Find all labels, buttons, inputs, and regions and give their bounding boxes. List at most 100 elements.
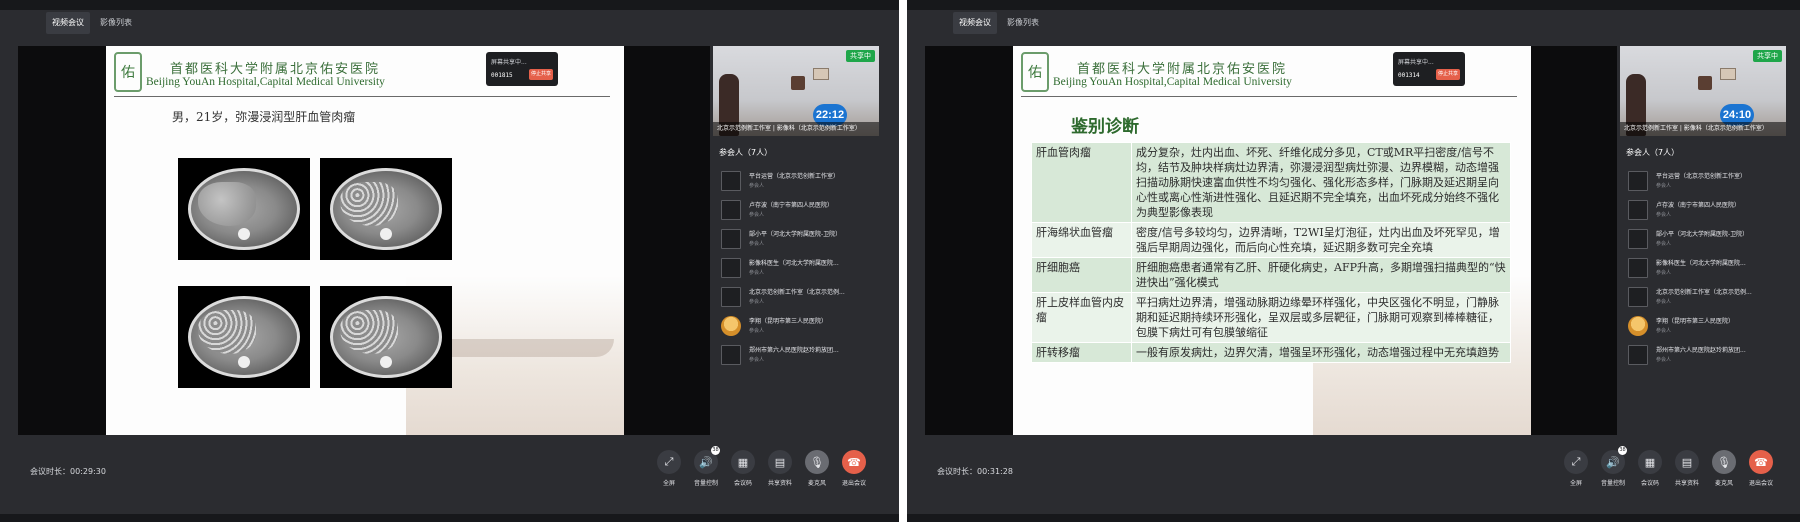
share-docs-button[interactable]: ▤ 共享资料 [766, 450, 794, 487]
slide-divider [1021, 96, 1517, 97]
avatar [1628, 171, 1648, 191]
participant-item[interactable]: 平台运营（北京示范创新工作室） 参会人 [719, 168, 877, 197]
volume-button[interactable]: 🔊 38 音量控制 [692, 446, 720, 487]
leave-meeting-button[interactable]: ☎ 退出会议 [1747, 450, 1775, 487]
tab-video-meeting[interactable]: 视频会议 [953, 12, 997, 34]
avatar [721, 258, 741, 278]
screenshot-stage: 视频会议 影像列表 佑 首都医科大学附属北京佑安医院 Beijing YouAn… [0, 0, 1800, 522]
sharing-badge: 共享中 [1753, 50, 1782, 62]
ct-image [320, 286, 452, 388]
microphone-button[interactable]: 🎙 麦克风 [1710, 450, 1738, 487]
tab-bar: 视频会议 影像列表 [907, 12, 1045, 34]
fullscreen-button[interactable]: ⤢ 全屏 [655, 450, 683, 487]
hospital-name-cn: 首都医科大学附属北京佑安医院 [1077, 62, 1288, 77]
participant-name: 平台运营（北京示范创新工作室） [1656, 173, 1747, 180]
participant-item[interactable]: 李翔（昆明市第三人民医院） 参会人 [1626, 313, 1784, 342]
window-bottom-bar [907, 514, 1800, 522]
participant-item[interactable]: 平台运营（北京示范创新工作室） 参会人 [1626, 168, 1784, 197]
avatar [721, 316, 741, 336]
participant-item[interactable]: 郜小平（河北大学附属医院-卫院） 参会人 [719, 226, 877, 255]
participant-panel: 共享中 22:12 北京示范例新工作室 | 影像科（北京示范例新工作室） 参会人… [713, 46, 879, 435]
participants-title: 参会人（7人） [719, 148, 773, 157]
hangup-icon: ☎ [1749, 450, 1773, 474]
slide-background-roof [434, 339, 614, 357]
participant-name: 李翔（昆明市第三人民医院） [1656, 318, 1735, 325]
hospital-name-en: Beijing YouAn Hospital,Capital Medical U… [146, 76, 385, 88]
leave-meeting-button[interactable]: ☎ 退出会议 [840, 450, 868, 487]
hospital-name-cn: 首都医科大学附属北京佑安医院 [170, 62, 381, 77]
microphone-button[interactable]: 🎙 麦克风 [803, 450, 831, 487]
participant-role: 参会人 [749, 270, 765, 276]
participant-role: 参会人 [1656, 299, 1672, 305]
control-bar: ⤢ 全屏 🔊 38 音量控制 ▦ 会议码 ▤ 共享资料 🎙 麦克风 ☎ 退出会议 [655, 446, 868, 487]
participant-item[interactable]: 郑州市第六人民医院赵玲莉放团... 参会人 [719, 342, 877, 371]
participant-item[interactable]: 北京示范创新工作室（北京示范例... 参会人 [1626, 284, 1784, 313]
volume-badge: 38 [711, 446, 720, 455]
participant-item[interactable]: 卢存波（南宁市第四人民医院） 参会人 [719, 197, 877, 226]
table-cell-name: 肝转移瘤 [1031, 342, 1132, 363]
room-screen [813, 68, 829, 80]
table-row: 肝细胞癌 肝细胞癌患者通常有乙肝、肝硬化病史，AFP升高，多期增强扫描典型的“快进… [1031, 257, 1511, 293]
participant-item[interactable]: 郑州市第六人民医院赵玲莉放团... 参会人 [1626, 342, 1784, 371]
qr-code-icon: ▦ [1638, 450, 1662, 474]
participant-role: 参会人 [749, 212, 765, 218]
participant-list: 平台运营（北京示范创新工作室） 参会人 卢存波（南宁市第四人民医院） 参会人 郜小平… [1626, 168, 1784, 371]
table-cell-name: 肝血管肉瘤 [1031, 142, 1132, 223]
table-row: 肝血管肉瘤 成分复杂，灶内出血、坏死、纤维化成分多见，CT或MR平扫密度/信号不均… [1031, 142, 1511, 223]
control-label: 麦克风 [807, 480, 826, 487]
participant-role: 参会人 [1656, 241, 1672, 247]
tab-video-meeting[interactable]: 视频会议 [46, 12, 90, 34]
window-bottom-bar [0, 514, 899, 522]
window-titlebar [0, 0, 899, 10]
room-screen [1720, 68, 1736, 80]
meeting-duration: 会议时长：00:29:30 [30, 467, 106, 476]
participant-name: 李翔（昆明市第三人民医院） [749, 318, 828, 325]
tab-image-list[interactable]: 影像列表 [94, 12, 138, 34]
hospital-logo: 佑 [1021, 52, 1049, 92]
control-label: 会议码 [733, 480, 752, 487]
shared-screen-area: 佑 首都医科大学附属北京佑安医院 Beijing YouAn Hospital,… [18, 46, 710, 435]
document-icon: ▤ [1675, 450, 1699, 474]
tab-bar: 视频会议 影像列表 [0, 12, 138, 34]
participant-name: 影像科医生（河北大学附属医院... [1656, 260, 1746, 267]
window-titlebar [907, 0, 1800, 10]
participant-item[interactable]: 李翔（昆明市第三人民医院） 参会人 [719, 313, 877, 342]
participant-name: 卢存波（南宁市第四人民医院） [749, 202, 834, 209]
participant-item[interactable]: 郜小平（河北大学附属医院-卫院） 参会人 [1626, 226, 1784, 255]
control-label: 退出会议 [841, 480, 866, 487]
remote-video[interactable]: 共享中 22:12 北京示范例新工作室 | 影像科（北京示范例新工作室） [713, 46, 879, 136]
avatar [721, 345, 741, 365]
avatar [721, 229, 741, 249]
avatar [721, 200, 741, 220]
table-row: 肝转移瘤 一般有原发病灶，边界欠清，增强呈环形强化，动态增强过程中无充填趋势 [1031, 342, 1511, 363]
participant-name: 郜小平（河北大学附属医院-卫院） [1656, 231, 1749, 238]
participant-name: 郑州市第六人民医院赵玲莉放团... [1656, 347, 1746, 354]
participant-item[interactable]: 卢存波（南宁市第四人民医院） 参会人 [1626, 197, 1784, 226]
participant-name: 卢存波（南宁市第四人民医院） [1656, 202, 1741, 209]
avatar [1628, 258, 1648, 278]
table-cell-desc: 肝细胞癌患者通常有乙肝、肝硬化病史，AFP升高，多期增强扫描典型的“快进快出”强… [1131, 257, 1511, 293]
remote-video[interactable]: 共享中 24:10 北京示范例新工作室 | 影像科（北京示范例新工作室） [1620, 46, 1786, 136]
fullscreen-button[interactable]: ⤢ 全屏 [1562, 450, 1590, 487]
avatar [721, 171, 741, 191]
volume-button[interactable]: 🔊 38 音量控制 [1599, 446, 1627, 487]
document-icon: ▤ [768, 450, 792, 474]
participant-name: 郜小平（河北大学附属医院-卫院） [749, 231, 842, 238]
table-cell-desc: 成分复杂，灶内出血、坏死、纤维化成分多见，CT或MR平扫密度/信号不均，结节及肿… [1131, 142, 1511, 223]
room-chair [791, 76, 805, 90]
ct-image [178, 286, 310, 388]
participant-item[interactable]: 影像科医生（河北大学附属医院... 参会人 [1626, 255, 1784, 284]
share-time: 001314 [1398, 72, 1420, 79]
meeting-code-button[interactable]: ▦ 会议码 [1636, 450, 1664, 487]
meeting-code-button[interactable]: ▦ 会议码 [729, 450, 757, 487]
participant-item[interactable]: 北京示范创新工作室（北京示范例... 参会人 [719, 284, 877, 313]
stop-share-button[interactable]: 停止共享 [529, 69, 553, 80]
share-docs-button[interactable]: ▤ 共享资料 [1673, 450, 1701, 487]
participant-role: 参会人 [1656, 270, 1672, 276]
stop-share-button[interactable]: 停止共享 [1436, 69, 1460, 80]
tab-image-list[interactable]: 影像列表 [1001, 12, 1045, 34]
participant-name: 北京示范创新工作室（北京示范例... [1656, 289, 1752, 296]
qr-code-icon: ▦ [731, 450, 755, 474]
participant-item[interactable]: 影像科医生（河北大学附属医院... 参会人 [719, 255, 877, 284]
table-row: 肝上皮样血管内皮瘤 平扫病灶边界清，增强动脉期边缘晕环样强化，中央区强化不明显，门… [1031, 292, 1511, 343]
